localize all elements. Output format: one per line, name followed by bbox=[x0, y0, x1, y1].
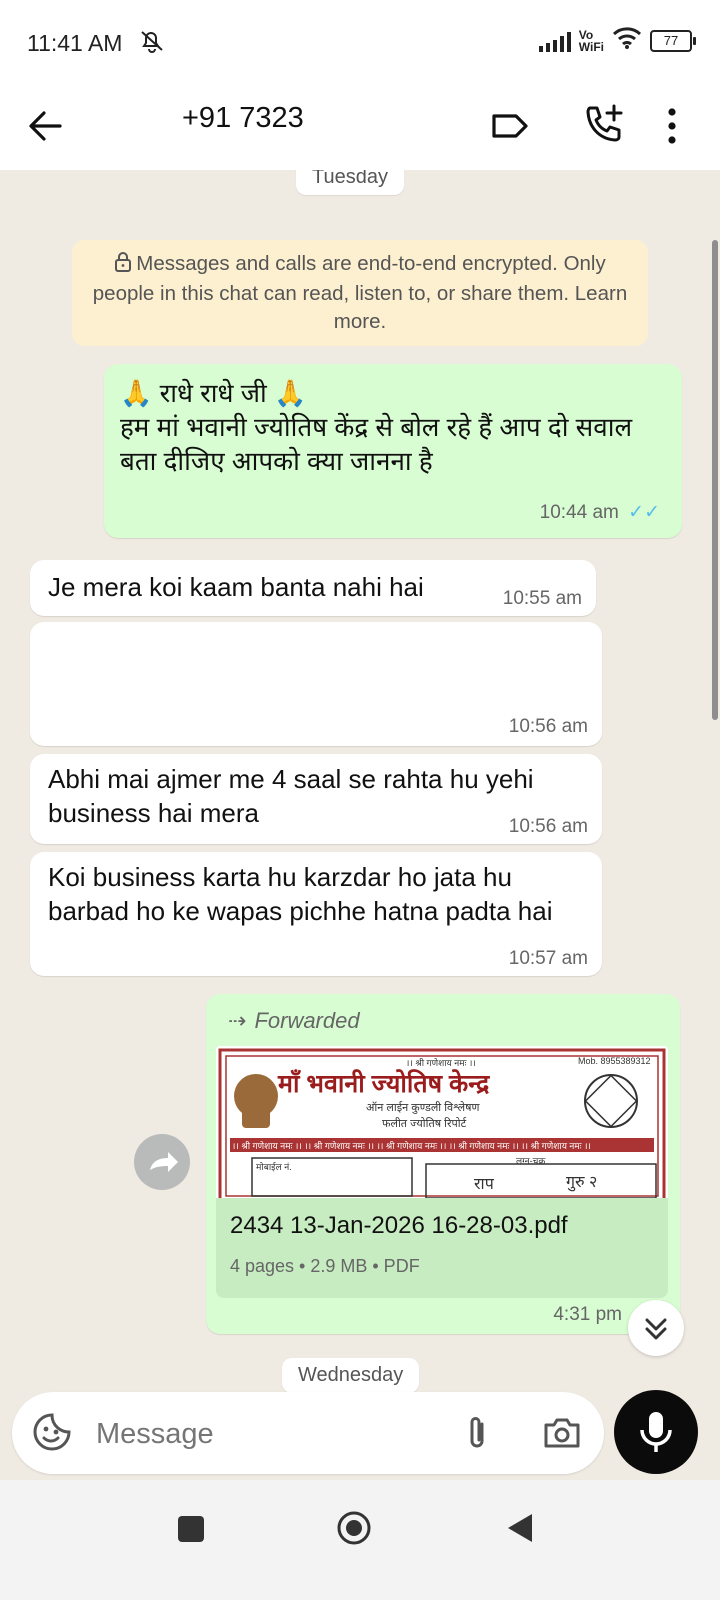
message-time: 10:56 am bbox=[508, 716, 588, 737]
more-options-button[interactable] bbox=[660, 102, 684, 150]
pdf-preview-num1: राप bbox=[474, 1176, 494, 1193]
message-meta: 10:44 am ✓✓ bbox=[540, 501, 660, 524]
message-incoming-redacted[interactable]: 10:56 am bbox=[30, 622, 602, 746]
status-time: 11:41 AM bbox=[27, 30, 123, 56]
forward-icon: ⇢ bbox=[228, 1008, 247, 1033]
pdf-info[interactable]: 2434 13-Jan-2026 16-28-03.pdf 4 pages • … bbox=[216, 1198, 668, 1298]
date-text: Wednesday bbox=[298, 1364, 404, 1386]
nav-home-button[interactable] bbox=[336, 1510, 372, 1546]
label-button[interactable] bbox=[488, 104, 532, 148]
label-icon bbox=[492, 114, 528, 138]
scrollbar-thumb[interactable] bbox=[712, 240, 718, 720]
message-incoming[interactable]: Koi business karta hu karzdar ho jata hu… bbox=[30, 852, 602, 976]
pdf-file-name: 2434 13-Jan-2026 16-28-03.pdf bbox=[230, 1212, 568, 1239]
forwarded-text: Forwarded bbox=[254, 1008, 360, 1033]
pdf-preview-num2: गुरु २ bbox=[566, 1174, 598, 1191]
pdf-file-meta: 4 pages • 2.9 MB • PDF bbox=[230, 1256, 420, 1276]
chat-header: +91 7323 bbox=[0, 84, 720, 170]
share-button[interactable] bbox=[134, 1134, 190, 1190]
pdf-preview-subtitle1: ऑन लाईन कुण्डली विश्लेषण bbox=[366, 1102, 480, 1114]
date-chip-wednesday: Wednesday bbox=[282, 1358, 420, 1393]
scroll-to-bottom-button[interactable] bbox=[628, 1300, 684, 1356]
message-text: Je mera koi kaam banta nahi hai bbox=[48, 572, 424, 602]
add-call-icon bbox=[586, 104, 623, 142]
sticker-icon bbox=[33, 1413, 71, 1451]
sticker-button[interactable] bbox=[30, 1410, 74, 1454]
message-time: 10:55 am bbox=[502, 588, 582, 609]
vowifi-label: Vo WiFi bbox=[579, 29, 604, 53]
battery-icon: 77 bbox=[650, 29, 696, 52]
composer bbox=[12, 1392, 604, 1474]
system-navigation-bar bbox=[0, 1480, 720, 1600]
status-bar: 11:41 AM Vo WiFi 77 bbox=[0, 0, 720, 84]
voice-message-button[interactable] bbox=[614, 1390, 698, 1474]
pdf-preview[interactable]: ।। श्री गणेशाय नमः ।। Mob. 8955389312 मा… bbox=[216, 1046, 668, 1198]
vo-text: Vo bbox=[578, 27, 594, 42]
attach-button[interactable] bbox=[458, 1412, 498, 1454]
encryption-notice[interactable]: Messages and calls are end-to-end encryp… bbox=[72, 240, 648, 346]
encryption-text: Messages and calls are end-to-end encryp… bbox=[92, 252, 628, 333]
nav-home-icon bbox=[337, 1511, 371, 1545]
dnd-icon bbox=[138, 28, 166, 59]
message-time: 4:31 pm bbox=[553, 1304, 622, 1325]
date-text: Tuesday bbox=[312, 170, 388, 188]
nav-back-icon bbox=[508, 1514, 532, 1542]
pdf-preview-lagna: लग्न-चक्र bbox=[516, 1156, 546, 1166]
message-text: Abhi mai ajmer me 4 saal se rahta hu yeh… bbox=[48, 764, 534, 828]
message-time: 10:44 am bbox=[539, 502, 619, 523]
wifi-text: WiFi bbox=[578, 39, 604, 54]
message-outgoing-forwarded-document[interactable]: ⇢ Forwarded ।। श्री गणेशाय नमः ।। Mob. 89… bbox=[206, 994, 680, 1334]
wifi-icon bbox=[612, 26, 642, 55]
message-incoming[interactable]: Je mera koi kaam banta nahi hai 10:55 am bbox=[30, 560, 596, 616]
pdf-preview-mobile: Mob. 8955389312 bbox=[578, 1056, 651, 1066]
date-chip-tuesday: Tuesday bbox=[296, 170, 404, 195]
pdf-preview-subtitle2: फलीत ज्योतिष रिपोर्ट bbox=[382, 1118, 467, 1130]
message-time: 10:56 am bbox=[508, 816, 588, 837]
message-outgoing-greeting[interactable]: 🙏 राधे राधे जी 🙏 हम मां भवानी ज्योतिष के… bbox=[104, 364, 682, 538]
nav-back-button[interactable] bbox=[504, 1510, 536, 1546]
signal-icon bbox=[538, 30, 571, 52]
forwarded-label: ⇢ Forwarded bbox=[228, 1008, 360, 1034]
add-call-button[interactable] bbox=[580, 100, 628, 148]
share-icon bbox=[150, 1152, 178, 1172]
message-text-line2: हम मां भवानी ज्योतिष केंद्र से बोल रहे ह… bbox=[120, 412, 633, 476]
pdf-preview-title: माँ भवानी ज्योतिष केन्द्र bbox=[278, 1070, 490, 1098]
message-text: Koi business karta hu karzdar ho jata hu… bbox=[48, 862, 553, 926]
more-vert-icon bbox=[668, 108, 676, 144]
camera-button[interactable] bbox=[540, 1412, 584, 1454]
chat-area[interactable]: Tuesday Messages and calls are end-to-en… bbox=[0, 170, 720, 1410]
back-arrow-icon bbox=[29, 111, 62, 141]
contact-name[interactable]: +91 7323 bbox=[182, 102, 304, 135]
message-time: 10:57 am bbox=[508, 948, 588, 969]
double-check-icon: ✓✓ bbox=[628, 502, 660, 523]
mic-icon bbox=[640, 1412, 672, 1452]
pdf-preview-field: मोबाईल नं. bbox=[256, 1162, 292, 1172]
chevron-double-down-icon bbox=[645, 1318, 667, 1340]
message-input[interactable] bbox=[94, 1410, 438, 1458]
message-meta: 4:31 pm bbox=[553, 1304, 622, 1326]
back-button[interactable] bbox=[24, 104, 68, 148]
pdf-preview-band: ।। श्री गणेशाय नमः ।। ।। श्री गणेशाय नमः… bbox=[232, 1141, 591, 1151]
message-incoming[interactable]: Abhi mai ajmer me 4 saal se rahta hu yeh… bbox=[30, 754, 602, 844]
status-icons: Vo WiFi 77 bbox=[538, 26, 696, 55]
attach-icon bbox=[470, 1417, 484, 1448]
message-text-line1: 🙏 राधे राधे जी 🙏 bbox=[120, 378, 307, 408]
nav-recents-icon[interactable] bbox=[178, 1516, 204, 1542]
camera-icon bbox=[544, 1418, 580, 1448]
lock-icon bbox=[114, 252, 132, 280]
